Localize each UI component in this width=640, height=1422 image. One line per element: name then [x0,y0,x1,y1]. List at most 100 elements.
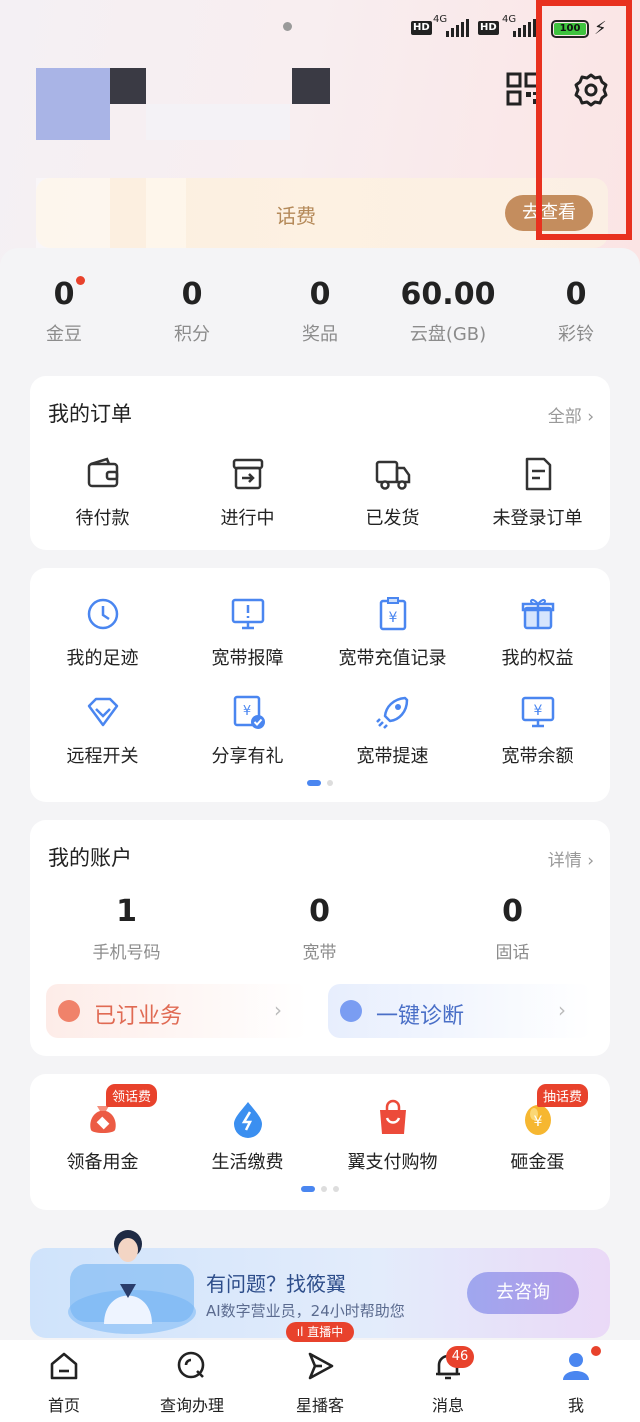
perk-label: 砸金蛋 [510,1152,565,1173]
stat-ringtones[interactable]: 0 彩铃 [512,272,640,362]
settings-gear-icon[interactable] [573,72,609,108]
stat-cloud-storage[interactable]: 60.00 云盘(GB) [384,272,512,362]
monitor-alert-icon [231,598,264,630]
account-phone[interactable]: 1 手机号码 [30,892,223,963]
perk-label: 领备用金 [66,1152,139,1173]
service-speed-up[interactable]: 宽带提速 [320,692,465,768]
message-count-badge: 46 [446,1346,474,1368]
stat-prizes[interactable]: 0 奖品 [256,272,384,362]
truck-icon [375,460,410,490]
perk-wing-pay-shopping[interactable]: 翼支付购物 [320,1098,465,1174]
ai-title: 有问题？找筱翼 [206,1272,346,1296]
account-value: 1 [116,894,137,929]
service-recharge-records[interactable]: ¥ 宽带充值记录 [320,594,465,670]
service-broadband-repair[interactable]: 宽带报障 [175,594,320,670]
charging-icon: ⚡ [594,18,607,39]
promo-view-button[interactable]: 去查看 [505,195,593,231]
hd-badge: HD [478,21,499,35]
consult-button[interactable]: 去咨询 [467,1272,579,1314]
order-pending-payment[interactable]: 待付款 [30,454,175,530]
perk-tag: 抽话费 [537,1084,589,1107]
order-shipped[interactable]: 已发货 [320,454,465,530]
account-value: 0 [309,894,330,929]
chevron-right-icon: › [587,851,594,871]
tab-me[interactable]: 我 [512,1340,640,1422]
network-type: 4G [433,14,448,25]
service-label: 宽带充值记录 [338,648,447,669]
svg-text:¥: ¥ [533,1114,542,1130]
perk-label: 生活缴费 [211,1152,284,1173]
signal-icon [513,19,536,37]
perk-golden-egg[interactable]: 抽话费 ¥ 砸金蛋 [465,1084,610,1174]
order-label: 未登录订单 [492,508,583,529]
diagnose-label: 一键诊断 [376,1004,465,1029]
tab-home[interactable]: 首页 [0,1340,128,1422]
account-landline[interactable]: 0 固话 [416,892,609,963]
orders-card: 我的订单 全部 › 待付款 进行中 已发货 未登录订单 [30,376,610,550]
one-click-diagnose-button[interactable]: 一键诊断 › [328,984,592,1038]
pulse-icon [340,1000,362,1022]
order-label: 已发货 [365,508,420,529]
order-not-logged-in[interactable]: 未登录订单 [465,454,610,530]
gift-icon [521,598,554,630]
page-indicator [30,780,610,786]
promo-blur [146,178,186,248]
promo-blur [36,178,110,248]
service-footprint[interactable]: 我的足迹 [30,594,175,670]
stat-points[interactable]: 0 积分 [128,272,256,362]
clock-icon [87,598,118,630]
shopping-bag-icon [379,1099,406,1134]
svg-text:¥: ¥ [242,704,250,719]
service-share-gift[interactable]: ¥ 分享有礼 [175,692,320,768]
orders-all-link[interactable]: 全部 › [548,402,594,427]
account-details-link[interactable]: 详情 › [548,846,594,871]
status-bar: HD 4G HD 4G 100 ⚡ [0,0,640,58]
orders-grid: 待付款 进行中 已发货 未登录订单 [30,454,610,530]
monitor-yen-icon: ¥ [521,696,554,728]
service-my-benefits[interactable]: 我的权益 [465,594,610,670]
perk-tag: 领话费 [106,1084,158,1107]
tab-label: 我 [567,1396,584,1415]
account-stats: 1 手机号码 0 宽带 0 固话 [30,892,610,963]
service-label: 分享有礼 [211,746,284,767]
signal-icon [446,19,469,37]
avatar [110,68,146,104]
search-circle-icon [177,1351,205,1379]
avatar [292,68,330,104]
account-card: 我的账户 详情 › 1 手机号码 0 宽带 0 固话 已订业务 › 一键诊断 › [30,820,610,1056]
battery-icon: 100 [551,20,589,38]
service-label: 宽带余额 [501,746,574,767]
hd-badge: HD [411,21,432,35]
order-in-progress[interactable]: 进行中 [175,454,320,530]
perk-reserve-fund[interactable]: 领话费 领备用金 [30,1084,175,1174]
stat-label: 奖品 [302,324,338,345]
rocket-icon [375,696,408,729]
service-label: 宽带提速 [356,746,429,767]
recharge-clipboard-icon: ¥ [379,597,406,631]
service-broadband-balance[interactable]: ¥ 宽带余额 [465,692,610,768]
perk-life-payment[interactable]: 生活缴费 [175,1098,320,1174]
subscribed-services-button[interactable]: 已订业务 › [46,984,308,1038]
service-remote-switch[interactable]: 远程开关 [30,692,175,768]
stat-value: 0 [181,277,203,312]
wallet-icon [87,457,118,488]
stat-label: 彩铃 [558,324,594,345]
tab-star-podcast[interactable]: 星播客 [256,1340,384,1422]
live-bars-icon: ıl [296,1325,304,1339]
perk-label: 翼支付购物 [347,1152,438,1173]
tab-label: 消息 [431,1396,464,1415]
bottom-tab-bar: 首页 查询办理 星播客 消息 我 [0,1340,640,1422]
chevron-right-icon: › [558,998,566,1022]
account-broadband[interactable]: 0 宽带 [223,892,416,963]
tab-query[interactable]: 查询办理 [128,1340,256,1422]
document-icon [525,457,551,491]
service-label: 宽带报障 [211,648,284,669]
stat-gold-beans[interactable]: 0 金豆 [0,272,128,362]
account-label: 固话 [495,943,530,963]
stat-value: 0 [565,277,587,312]
qr-code-icon[interactable] [506,72,540,106]
service-label: 远程开关 [66,746,139,767]
subscribed-label: 已订业务 [94,1004,183,1029]
notification-dot-icon [283,22,292,31]
live-badge: ıl 直播中 [286,1322,354,1342]
